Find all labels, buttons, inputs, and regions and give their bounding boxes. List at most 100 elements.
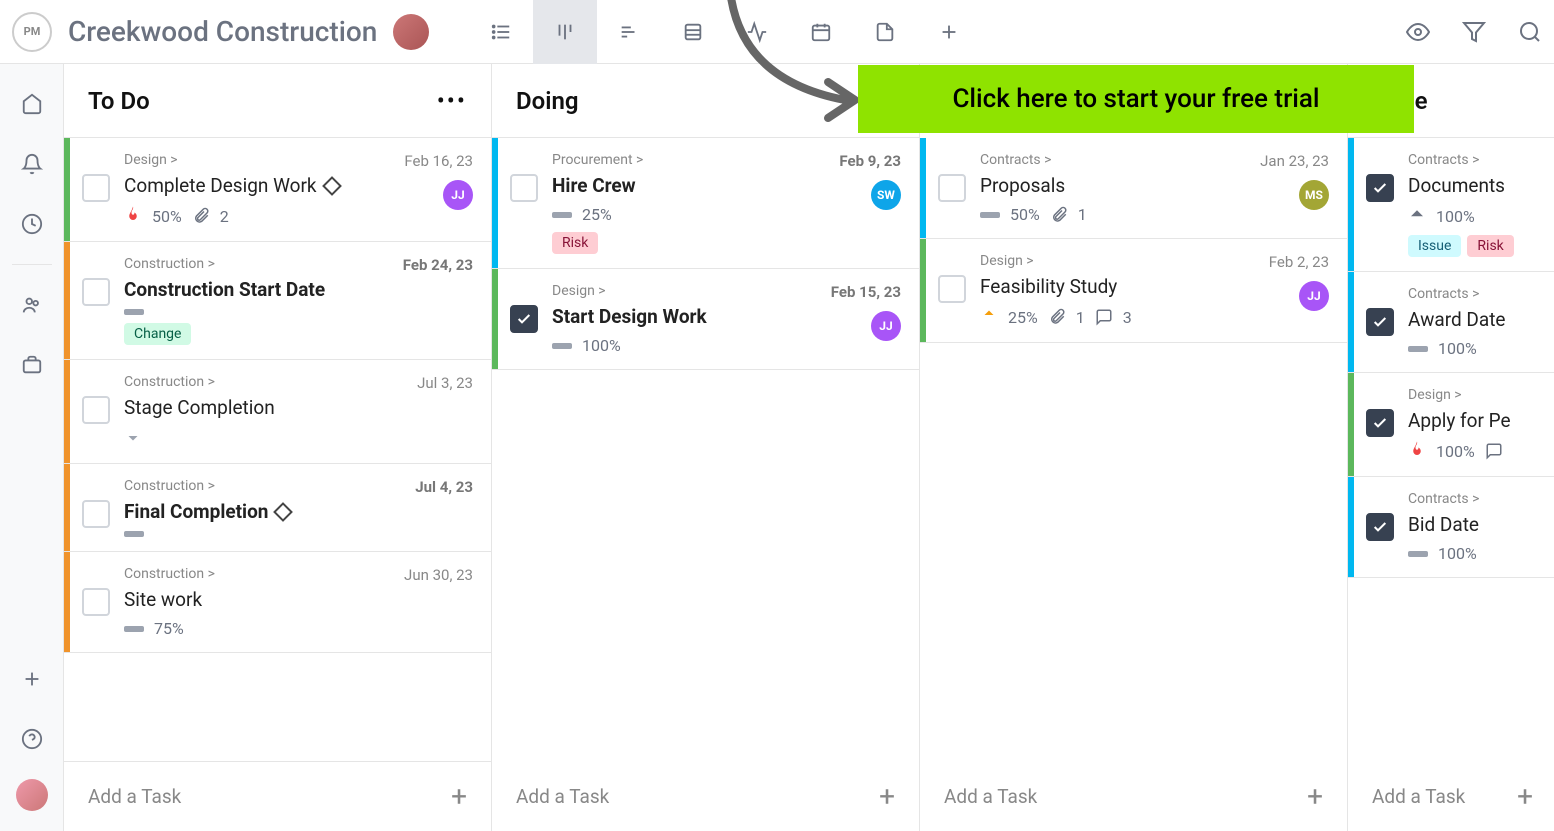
board-view-icon[interactable]	[533, 0, 597, 64]
add-task-label: Add a Task	[1372, 785, 1465, 808]
assignee-avatar[interactable]: JJ	[1299, 281, 1329, 311]
task-checkbox[interactable]	[1366, 308, 1394, 336]
progress-text: 100%	[1436, 442, 1475, 461]
list-view-icon[interactable]	[469, 0, 533, 64]
app-logo[interactable]: PM	[12, 12, 52, 52]
task-card[interactable]: Design >Start Design Work100%Feb 15, 23J…	[492, 269, 919, 370]
task-checkbox[interactable]	[82, 500, 110, 528]
add-task-button[interactable]: Add a Task+	[920, 762, 1347, 831]
task-card[interactable]: Contracts >Documents100%IssueRisk	[1348, 138, 1554, 272]
tag-change[interactable]: Change	[124, 323, 191, 345]
card-title: Feasibility Study	[980, 275, 1117, 298]
task-card[interactable]: Construction >Final CompletionJul 4, 23	[64, 464, 491, 552]
column-header: Doing	[492, 64, 919, 138]
card-stripe	[492, 269, 498, 369]
priority-icon	[1408, 205, 1426, 227]
notifications-icon[interactable]	[12, 144, 52, 184]
add-view-icon[interactable]	[917, 0, 981, 64]
task-checkbox[interactable]	[510, 305, 538, 333]
briefcase-icon[interactable]	[12, 345, 52, 385]
card-title: Complete Design Work	[124, 174, 317, 197]
card-title: Apply for Pe	[1408, 409, 1511, 432]
task-card[interactable]: Contracts >Award Date100%	[1348, 272, 1554, 373]
board-column: DoingProcurement >Hire Crew25%RiskFeb 9,…	[492, 64, 920, 831]
card-title: Start Design Work	[552, 305, 707, 328]
activity-view-icon[interactable]	[725, 0, 789, 64]
card-stripe	[64, 242, 70, 359]
assignee-avatar[interactable]: JJ	[443, 180, 473, 210]
progress-text: 100%	[1438, 544, 1477, 563]
task-card[interactable]: Contracts >Bid Date100%	[1348, 477, 1554, 578]
card-date: Feb 2, 23	[1269, 253, 1329, 271]
task-card[interactable]: Construction >Site work75%Jun 30, 23	[64, 552, 491, 653]
add-icon[interactable]	[12, 659, 52, 699]
priority-icon	[1408, 346, 1428, 352]
project-avatar[interactable]	[393, 14, 429, 50]
task-checkbox[interactable]	[510, 174, 538, 202]
column-menu-icon[interactable]: •••	[437, 87, 467, 115]
card-title: Documents	[1408, 174, 1505, 197]
project-title[interactable]: Creekwood Construction	[68, 15, 377, 48]
task-checkbox[interactable]	[82, 396, 110, 424]
card-date: Jun 30, 23	[404, 566, 473, 584]
card-stripe	[1348, 138, 1354, 271]
tag-issue[interactable]: Issue	[1408, 235, 1461, 257]
task-card[interactable]: Construction >Stage CompletionJul 3, 23	[64, 360, 491, 464]
tag-risk[interactable]: Risk	[552, 232, 598, 254]
comments-icon	[1485, 442, 1503, 460]
task-card[interactable]: Design >Feasibility Study25%13Feb 2, 23J…	[920, 239, 1347, 343]
task-checkbox[interactable]	[1366, 513, 1394, 541]
card-date: Jan 23, 23	[1260, 152, 1329, 170]
board-column: DoneContracts >Documents100%IssueRiskCon…	[1348, 64, 1554, 831]
card-stripe	[492, 138, 498, 268]
gantt-view-icon[interactable]	[597, 0, 661, 64]
progress-text: 25%	[1008, 308, 1038, 327]
assignee-avatar[interactable]: SW	[871, 180, 901, 210]
recent-icon[interactable]	[12, 204, 52, 244]
plus-icon: +	[451, 780, 467, 813]
add-task-button[interactable]: Add a Task+	[64, 761, 491, 831]
divider	[12, 264, 52, 265]
progress-text: 100%	[582, 336, 621, 355]
sidebar	[0, 64, 64, 831]
card-title: Hire Crew	[552, 174, 636, 197]
tag-risk[interactable]: Risk	[1467, 235, 1513, 257]
task-checkbox[interactable]	[82, 174, 110, 202]
comments-icon	[1095, 308, 1113, 326]
help-icon[interactable]	[12, 719, 52, 759]
assignee-avatar[interactable]: MS	[1299, 180, 1329, 210]
add-task-button[interactable]: Add a Task+	[492, 762, 919, 831]
priority-icon	[124, 626, 144, 632]
board-column: Contracts >Proposals50%1Jan 23, 23MSDesi…	[920, 64, 1348, 831]
task-card[interactable]: Construction >Construction Start DateCha…	[64, 242, 491, 360]
add-task-button[interactable]: Add a Task +	[1348, 762, 1554, 831]
files-view-icon[interactable]	[853, 0, 917, 64]
assignee-avatar[interactable]: JJ	[871, 311, 901, 341]
plus-icon: +	[1307, 780, 1323, 813]
filter-icon[interactable]	[1462, 20, 1486, 44]
task-checkbox[interactable]	[938, 174, 966, 202]
search-icon[interactable]	[1518, 20, 1542, 44]
task-card[interactable]: Procurement >Hire Crew25%RiskFeb 9, 23SW	[492, 138, 919, 269]
visibility-icon[interactable]	[1406, 20, 1430, 44]
task-checkbox[interactable]	[1366, 409, 1394, 437]
cta-banner[interactable]: Click here to start your free trial	[858, 65, 1414, 133]
plus-icon: +	[1517, 780, 1533, 813]
team-icon[interactable]	[12, 285, 52, 325]
task-checkbox[interactable]	[82, 278, 110, 306]
task-checkbox[interactable]	[1366, 174, 1394, 202]
progress-text: 50%	[152, 207, 182, 226]
card-date: Feb 15, 23	[831, 283, 901, 301]
calendar-view-icon[interactable]	[789, 0, 853, 64]
home-icon[interactable]	[12, 84, 52, 124]
priority-icon	[124, 531, 144, 537]
task-checkbox[interactable]	[82, 588, 110, 616]
task-card[interactable]: Design >Apply for Pe100%	[1348, 373, 1554, 477]
task-checkbox[interactable]	[938, 275, 966, 303]
sheet-view-icon[interactable]	[661, 0, 725, 64]
task-card[interactable]: Contracts >Proposals50%1Jan 23, 23MS	[920, 138, 1347, 239]
user-avatar[interactable]	[16, 779, 48, 811]
card-stripe	[1348, 272, 1354, 372]
task-card[interactable]: Design >Complete Design Work50%2Feb 16, …	[64, 138, 491, 242]
card-date: Jul 3, 23	[417, 374, 473, 392]
